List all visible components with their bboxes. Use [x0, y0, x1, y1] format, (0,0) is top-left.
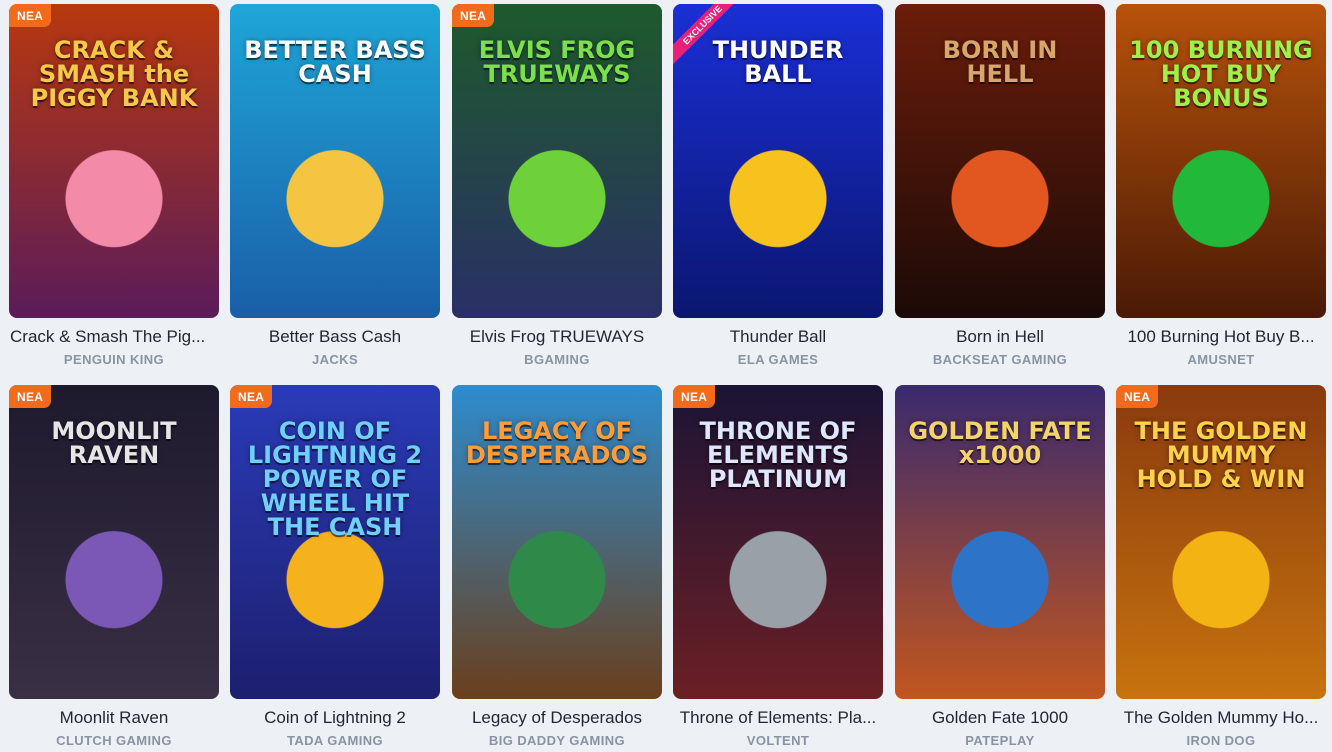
game-thumbnail[interactable]: BETTER BASS CASH: [230, 4, 440, 318]
game-logo: 100 BURNING HOT BUY BONUS: [1129, 36, 1313, 112]
game-provider: IRON DOG: [1186, 733, 1256, 748]
game-title[interactable]: 100 Burning Hot Buy B...: [1116, 327, 1326, 347]
game-logo: CRACK & SMASH the PIGGY BANK: [30, 36, 198, 112]
game-logo: GOLDEN FATE x1000: [908, 417, 1092, 469]
game-provider: BGAMING: [524, 352, 590, 367]
game-title[interactable]: Better Bass Cash: [230, 327, 440, 347]
game-logo: LEGACY OF DESPERADOS: [465, 417, 649, 469]
game-card[interactable]: CRACK & SMASH the PIGGY BANK NEA Crack & S…: [9, 4, 219, 367]
new-badge: NEA: [9, 4, 52, 27]
game-thumbnail[interactable]: CRACK & SMASH the PIGGY BANK NEA: [9, 4, 219, 318]
new-badge: NEA: [673, 385, 716, 408]
game-card[interactable]: BORN IN HELL Born in Hell BACKSEAT GAMING: [895, 4, 1105, 367]
game-provider: JACKS: [311, 352, 359, 367]
game-provider: ELA GAMES: [737, 352, 819, 367]
game-thumbnail[interactable]: BORN IN HELL: [895, 4, 1105, 318]
game-provider: BACKSEAT GAMING: [932, 352, 1068, 367]
new-badge: NEA: [230, 385, 273, 408]
game-provider: AMUSNET: [1187, 352, 1255, 367]
game-title[interactable]: Throne of Elements: Pla...: [673, 708, 883, 728]
game-thumbnail[interactable]: LEGACY OF DESPERADOS: [452, 385, 662, 699]
game-logo: ELVIS FROG TRUEWAYS: [478, 36, 636, 88]
game-thumbnail[interactable]: THUNDER BALL EXCLUSIVE: [673, 4, 883, 318]
game-card[interactable]: THUNDER BALL EXCLUSIVE Thunder Ball ELA GAM…: [673, 4, 883, 367]
game-logo: THUNDER BALL: [712, 36, 844, 88]
game-title[interactable]: Coin of Lightning 2: [230, 708, 440, 728]
game-logo: BETTER BASS CASH: [244, 36, 426, 88]
game-logo: THE GOLDEN MUMMY HOLD & WIN: [1134, 417, 1308, 493]
new-badge: NEA: [452, 4, 495, 27]
game-title[interactable]: Moonlit Raven: [9, 708, 219, 728]
game-card[interactable]: THE GOLDEN MUMMY HOLD & WIN NEA The Golden…: [1116, 385, 1326, 748]
game-title[interactable]: Crack & Smash The Pig...: [9, 327, 219, 347]
game-thumbnail[interactable]: GOLDEN FATE x1000: [895, 385, 1105, 699]
game-logo: BORN IN HELL: [942, 36, 1058, 88]
game-card[interactable]: MOONLIT RAVEN NEA Moonlit Raven CLUTCH GAMI…: [9, 385, 219, 748]
game-title[interactable]: Golden Fate 1000: [895, 708, 1105, 728]
game-card[interactable]: BETTER BASS CASH Better Bass Cash JACKS: [230, 4, 440, 367]
game-logo: MOONLIT RAVEN: [51, 417, 177, 469]
game-provider: CLUTCH GAMING: [56, 733, 172, 748]
game-title[interactable]: Thunder Ball: [673, 327, 883, 347]
new-badge: NEA: [1116, 385, 1159, 408]
game-provider: VOLTENT: [746, 733, 810, 748]
game-title[interactable]: Legacy of Desperados: [452, 708, 662, 728]
game-thumbnail[interactable]: 100 BURNING HOT BUY BONUS: [1116, 4, 1326, 318]
game-provider: TADA GAMING: [286, 733, 384, 748]
game-thumbnail[interactable]: THRONE OF ELEMENTS PLATINUM NEA: [673, 385, 883, 699]
game-title[interactable]: Born in Hell: [895, 327, 1105, 347]
game-logo: THRONE OF ELEMENTS PLATINUM: [699, 417, 857, 493]
game-thumbnail[interactable]: COIN OF LIGHTNING 2 POWER OF WHEEL HIT T…: [230, 385, 440, 699]
game-thumbnail[interactable]: MOONLIT RAVEN NEA: [9, 385, 219, 699]
game-thumbnail[interactable]: THE GOLDEN MUMMY HOLD & WIN NEA: [1116, 385, 1326, 699]
game-grid: CRACK & SMASH the PIGGY BANK NEA Crack & S…: [0, 0, 1332, 752]
game-thumbnail[interactable]: ELVIS FROG TRUEWAYS NEA: [452, 4, 662, 318]
new-badge: NEA: [9, 385, 52, 408]
game-provider: BIG DADDY GAMING: [488, 733, 626, 748]
game-title[interactable]: Elvis Frog TRUEWAYS: [452, 327, 662, 347]
game-card[interactable]: LEGACY OF DESPERADOS Legacy of Desperados…: [452, 385, 662, 748]
game-card[interactable]: THRONE OF ELEMENTS PLATINUM NEA Throne of …: [673, 385, 883, 748]
game-card[interactable]: ELVIS FROG TRUEWAYS NEA Elvis Frog TRUEWAY…: [452, 4, 662, 367]
game-title[interactable]: The Golden Mummy Ho...: [1116, 708, 1326, 728]
game-card[interactable]: COIN OF LIGHTNING 2 POWER OF WHEEL HIT T…: [230, 385, 440, 748]
game-card[interactable]: 100 BURNING HOT BUY BONUS 100 Burning Hot…: [1116, 4, 1326, 367]
game-provider: PENGUIN KING: [63, 352, 165, 367]
game-provider: PATEPLAY: [965, 733, 1035, 748]
game-card[interactable]: GOLDEN FATE x1000 Golden Fate 1000 PATEPLA…: [895, 385, 1105, 748]
game-logo: COIN OF LIGHTNING 2 POWER OF WHEEL HIT T…: [247, 417, 423, 541]
